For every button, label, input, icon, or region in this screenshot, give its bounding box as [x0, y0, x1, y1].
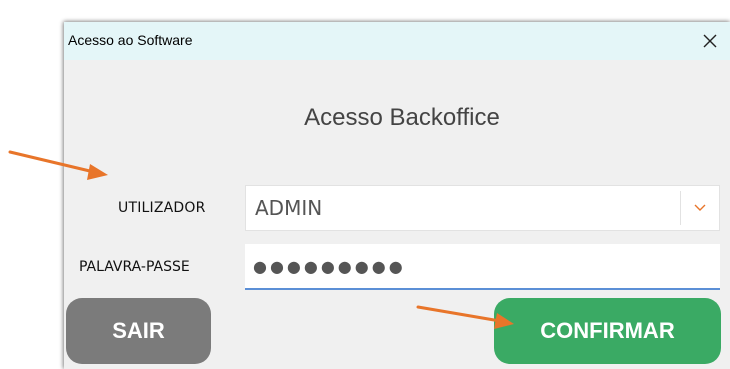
user-select-toggle[interactable] — [681, 186, 719, 230]
close-button[interactable] — [690, 22, 730, 60]
password-input[interactable] — [245, 244, 720, 290]
password-label: PALAVRA-PASSE — [79, 259, 190, 275]
user-select[interactable]: ADMIN — [245, 185, 720, 231]
close-icon — [703, 34, 717, 48]
heading-text: Acesso Backoffice — [304, 104, 500, 131]
screenshot-stage: Acesso ao Software Acesso Backoffice UTI… — [0, 0, 730, 369]
chevron-down-icon — [694, 204, 706, 211]
window-title: Acesso ao Software — [68, 32, 193, 48]
title-bar[interactable]: Acesso ao Software — [64, 22, 730, 60]
exit-button[interactable]: SAIR — [66, 298, 211, 364]
confirm-button[interactable]: CONFIRMAR — [494, 298, 721, 364]
form-heading: Acesso Backoffice — [64, 104, 730, 132]
user-label: UTILIZADOR — [118, 200, 206, 216]
user-select-value: ADMIN — [255, 196, 323, 220]
login-dialog: Acesso ao Software Acesso Backoffice UTI… — [64, 22, 730, 369]
